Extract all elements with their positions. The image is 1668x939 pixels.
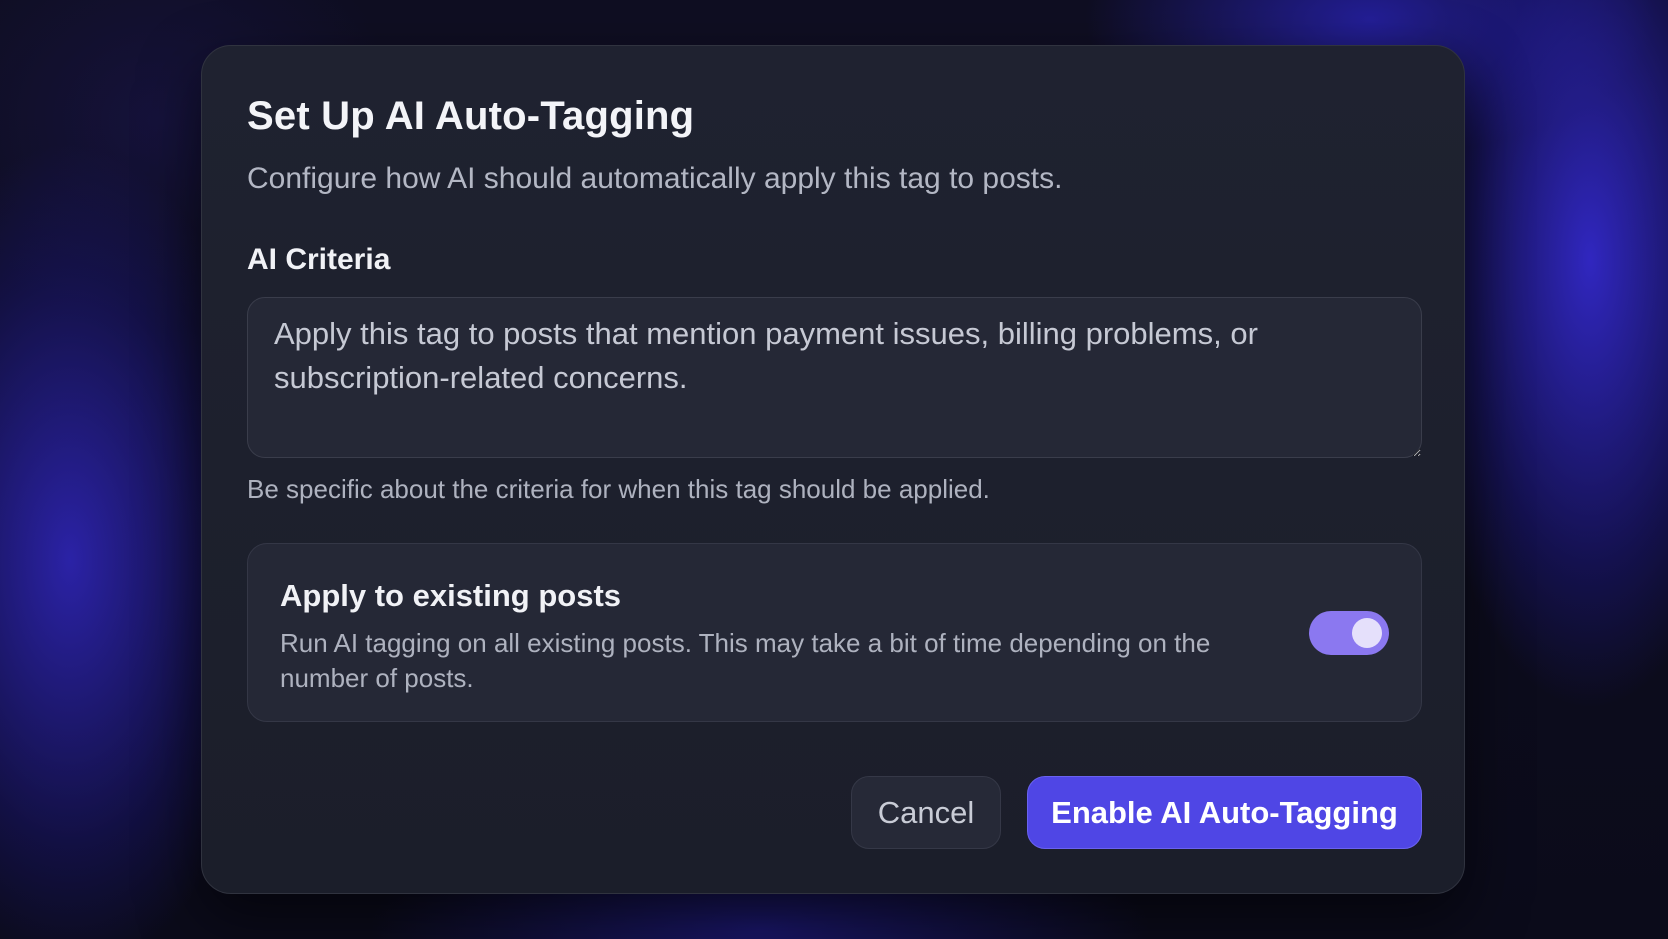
- enable-ai-auto-tagging-button[interactable]: Enable AI Auto-Tagging: [1027, 776, 1422, 849]
- existing-posts-title: Apply to existing posts: [280, 578, 622, 613]
- toggle-knob: [1352, 618, 1382, 648]
- auto-tagging-dialog: Set Up AI Auto-Tagging Configure how AI …: [201, 45, 1465, 894]
- ai-criteria-label: AI Criteria: [247, 243, 391, 276]
- ai-criteria-hint: Be specific about the criteria for when …: [247, 474, 990, 504]
- ai-criteria-textarea[interactable]: Apply this tag to posts that mention pay…: [247, 297, 1422, 458]
- existing-posts-description: Run AI tagging on all existing posts. Th…: [280, 628, 1211, 693]
- existing-posts-option: Apply to existing posts Run AI tagging o…: [247, 543, 1422, 722]
- existing-posts-toggle[interactable]: [1309, 611, 1389, 655]
- dialog-title: Set Up AI Auto-Tagging: [247, 94, 695, 138]
- cancel-button[interactable]: Cancel: [851, 776, 1001, 849]
- dialog-subtitle: Configure how AI should automatically ap…: [247, 162, 1063, 195]
